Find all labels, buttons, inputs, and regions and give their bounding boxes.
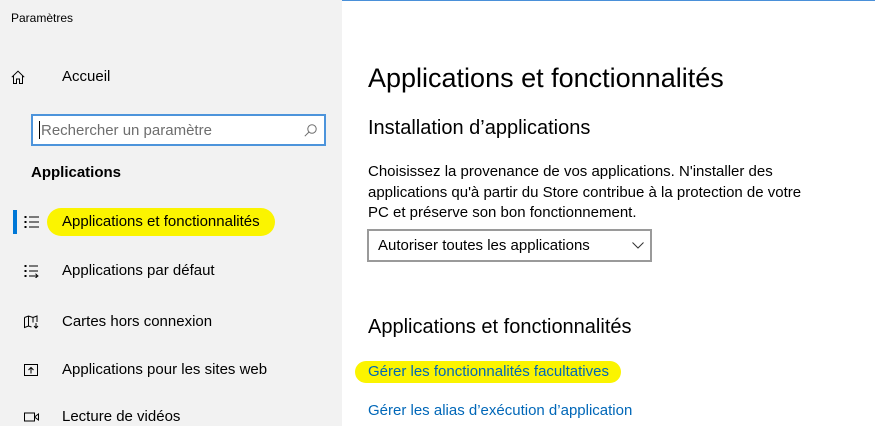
apps-for-websites-icon <box>24 363 39 377</box>
selected-indicator <box>13 210 17 234</box>
window-border <box>342 0 875 1</box>
manage-app-execution-aliases-link[interactable]: Gérer les alias d’exécution d’applicatio… <box>368 401 632 421</box>
default-apps-icon <box>24 264 39 278</box>
search-icon[interactable] <box>304 124 317 137</box>
sidebar-item-default-apps[interactable]: Applications par défaut <box>0 259 342 283</box>
apps-section-heading: Applications et fonctionnalités <box>368 316 632 338</box>
install-section-heading: Installation d’applications <box>368 117 591 139</box>
sidebar-item-offline-maps[interactable]: Cartes hors connexion <box>0 310 342 334</box>
dropdown-selected-value: Autoriser toutes les applications <box>378 237 590 254</box>
manage-optional-features-link[interactable]: Gérer les fonctionnalités facultatives <box>355 361 621 383</box>
text-cursor <box>39 121 40 139</box>
offline-maps-icon <box>24 315 39 329</box>
home-link[interactable]: Accueil <box>0 65 342 89</box>
sidebar-item-label: Cartes hors connexion <box>62 313 213 330</box>
app-source-dropdown[interactable]: Autoriser toutes les applications <box>367 229 652 262</box>
video-playback-icon <box>24 410 39 424</box>
install-section-description: Choisissez la provenance de vos applicat… <box>368 163 802 221</box>
home-icon <box>11 70 25 84</box>
window-title: Paramètres <box>11 11 74 25</box>
sidebar: Paramètres Accueil Applications Applicat… <box>0 0 342 426</box>
sidebar-item-label: Lecture de vidéos <box>62 408 181 425</box>
chevron-down-icon <box>632 242 644 249</box>
sidebar-item-apps-features[interactable]: Applications et fonctionnalités <box>0 208 342 236</box>
apps-features-icon <box>24 215 39 229</box>
sidebar-item-label: Applications par défaut <box>62 262 215 279</box>
home-label: Accueil <box>62 68 111 85</box>
settings-window: Paramètres Accueil Applications Applicat… <box>0 0 875 426</box>
search-box[interactable] <box>31 114 326 146</box>
sidebar-item-apps-for-websites[interactable]: Applications pour les sites web <box>0 358 342 382</box>
content-pane: Applications et fonctionnalités Installa… <box>342 0 875 426</box>
page-title: Applications et fonctionnalités <box>368 63 724 93</box>
search-input[interactable] <box>33 116 301 144</box>
sidebar-item-label: Applications et fonctionnalités <box>47 208 275 236</box>
section-title: Applications <box>31 164 122 181</box>
sidebar-item-video-playback[interactable]: Lecture de vidéos <box>0 408 342 426</box>
sidebar-item-label: Applications pour les sites web <box>62 361 268 378</box>
